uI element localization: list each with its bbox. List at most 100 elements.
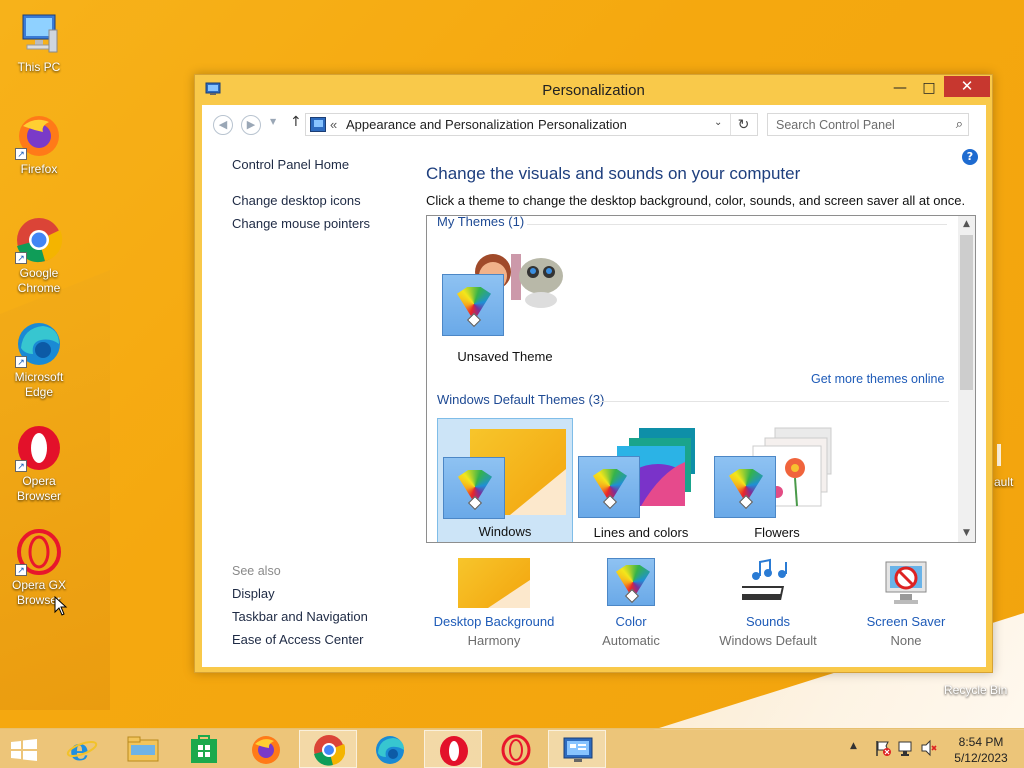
clock-time: 8:54 PM: [958, 735, 1004, 749]
theme-lines-and-colors[interactable]: Lines and colors: [573, 418, 709, 542]
search-icon[interactable]: ⌕: [956, 117, 963, 132]
address-dropdown[interactable]: ⌄: [714, 117, 722, 128]
setting-value: Windows Default: [719, 633, 817, 648]
volume-muted-icon[interactable]: [920, 739, 938, 757]
screen-saver-icon: [880, 558, 932, 608]
recent-locations-dropdown[interactable]: ▼: [270, 117, 276, 126]
taskbar-store[interactable]: [176, 730, 232, 768]
action-center-flag-icon[interactable]: [874, 739, 892, 757]
taskbar-clock[interactable]: 8:54 PM 5/12/2023: [948, 734, 1014, 766]
theme-name: Unsaved Theme: [457, 349, 553, 364]
setting-value: Harmony: [467, 633, 521, 648]
forward-button[interactable]: ▶: [241, 115, 261, 135]
opera-gx-icon: [501, 734, 531, 766]
store-icon: [191, 735, 217, 763]
desktop-background-icon: [458, 558, 530, 608]
setting-desktop-background[interactable]: Desktop Background Harmony: [419, 558, 569, 648]
desktop-icon-this-pc[interactable]: This PC: [1, 10, 77, 75]
group-default-themes: Windows Default Themes (3): [437, 392, 605, 407]
address-bar[interactable]: « Appearance and Personalization › Perso…: [305, 113, 758, 136]
refresh-button[interactable]: ↻: [730, 114, 756, 135]
setting-link[interactable]: Screen Saver: [831, 614, 981, 629]
theme-list[interactable]: My Themes (1) Unsaved Theme Get more the…: [426, 215, 976, 543]
scroll-thumb[interactable]: [960, 235, 973, 390]
scroll-up-arrow[interactable]: ▲: [958, 216, 975, 233]
back-button[interactable]: ◀: [213, 115, 233, 135]
setting-sounds[interactable]: Sounds Windows Default: [693, 558, 843, 648]
help-icon[interactable]: ?: [962, 149, 978, 165]
taskbar-internet-explorer[interactable]: e: [54, 730, 110, 768]
title-bar[interactable]: Personalization — □ ✕: [195, 75, 992, 105]
partial-desktop-label: ault: [994, 475, 1014, 489]
setting-link[interactable]: Desktop Background: [419, 614, 569, 629]
page-description: Click a theme to change the desktop back…: [426, 193, 966, 208]
color-palette-icon: [443, 457, 505, 519]
clock-date: 5/12/2023: [954, 751, 1008, 765]
edge-icon: ↗: [15, 320, 63, 368]
up-button[interactable]: ↑: [290, 114, 302, 130]
mouse-cursor-icon: [54, 596, 68, 616]
color-icon: [607, 558, 655, 608]
search-placeholder: Search Control Panel: [776, 118, 895, 132]
minimize-button[interactable]: —: [885, 77, 915, 99]
show-hidden-icons-button[interactable]: ▲: [850, 741, 857, 751]
personalization-window: Personalization — □ ✕ ◀ ▶ ▼ ↑ « Appearan…: [194, 74, 993, 673]
file-explorer-icon: [127, 736, 159, 762]
taskbar-firefox[interactable]: [238, 730, 294, 768]
recycle-bin-label[interactable]: Recycle Bin: [944, 683, 1024, 697]
link-change-mouse-pointers[interactable]: Change mouse pointers: [232, 216, 370, 231]
taskbar-chrome[interactable]: [299, 730, 357, 768]
windows-logo-icon: [11, 739, 37, 761]
setting-value: None: [890, 633, 922, 648]
color-palette-icon: [714, 456, 776, 518]
scroll-down-arrow[interactable]: ▼: [958, 525, 975, 542]
desktop-icon-opera[interactable]: ↗ Opera Browser: [1, 424, 77, 504]
link-change-desktop-icons[interactable]: Change desktop icons: [232, 193, 361, 208]
link-taskbar-navigation[interactable]: Taskbar and Navigation: [232, 609, 368, 624]
start-button[interactable]: [0, 730, 48, 768]
link-control-panel-home[interactable]: Control Panel Home: [232, 157, 349, 172]
partial-desktop-icon[interactable]: [994, 440, 1024, 470]
firefox-icon: [252, 736, 280, 764]
desktop-icon-edge[interactable]: ↗ Microsoft Edge: [1, 320, 77, 400]
setting-value: Automatic: [602, 633, 660, 648]
taskbar: e ▲ 8:54 PM 5/12/2023: [0, 728, 1024, 768]
window-client: ◀ ▶ ▼ ↑ « Appearance and Personalization…: [202, 105, 986, 667]
search-input[interactable]: Search Control Panel ⌕: [767, 113, 969, 136]
get-more-themes-link[interactable]: Get more themes online: [811, 372, 944, 386]
firefox-icon: ↗: [15, 112, 63, 160]
theme-unsaved[interactable]: Unsaved Theme: [437, 242, 573, 368]
internet-explorer-icon: e: [66, 734, 98, 764]
theme-flowers[interactable]: Flowers: [709, 418, 845, 542]
navigation-bar: ◀ ▶ ▼ ↑ « Appearance and Personalization…: [202, 105, 986, 143]
chrome-icon: ↗: [15, 216, 63, 264]
opera-icon: [440, 736, 468, 766]
control-panel-icon: [310, 117, 326, 132]
theme-list-scrollbar[interactable]: ▲ ▼: [958, 216, 975, 542]
theme-name: Lines and colors: [593, 525, 689, 540]
setting-link[interactable]: Color: [556, 614, 706, 629]
taskbar-opera-gx[interactable]: [487, 730, 545, 768]
opera-icon: ↗: [15, 424, 63, 472]
maximize-button[interactable]: □: [914, 77, 944, 99]
setting-link[interactable]: Sounds: [693, 614, 843, 629]
setting-screen-saver[interactable]: Screen Saver None: [831, 558, 981, 648]
desktop-icon-chrome[interactable]: ↗ Google Chrome: [1, 216, 77, 296]
opera-gx-icon: ↗: [15, 528, 63, 576]
chrome-icon: [314, 735, 345, 766]
setting-color[interactable]: Color Automatic: [556, 558, 706, 648]
edge-icon: [376, 736, 404, 764]
breadcrumb-separator[interactable]: ›: [506, 117, 509, 128]
link-ease-of-access[interactable]: Ease of Access Center: [232, 632, 364, 647]
taskbar-file-explorer[interactable]: [115, 730, 171, 768]
breadcrumb-personalization[interactable]: Personalization: [538, 117, 627, 132]
link-display[interactable]: Display: [232, 586, 275, 601]
taskbar-opera[interactable]: [424, 730, 482, 768]
close-button[interactable]: ✕: [944, 76, 990, 97]
desktop-icon-firefox[interactable]: ↗ Firefox: [1, 112, 77, 177]
theme-windows[interactable]: Windows: [437, 418, 573, 542]
network-icon[interactable]: [897, 739, 915, 757]
taskbar-edge[interactable]: [362, 730, 418, 768]
taskbar-control-panel[interactable]: [548, 730, 606, 768]
address-overflow[interactable]: «: [330, 117, 337, 132]
